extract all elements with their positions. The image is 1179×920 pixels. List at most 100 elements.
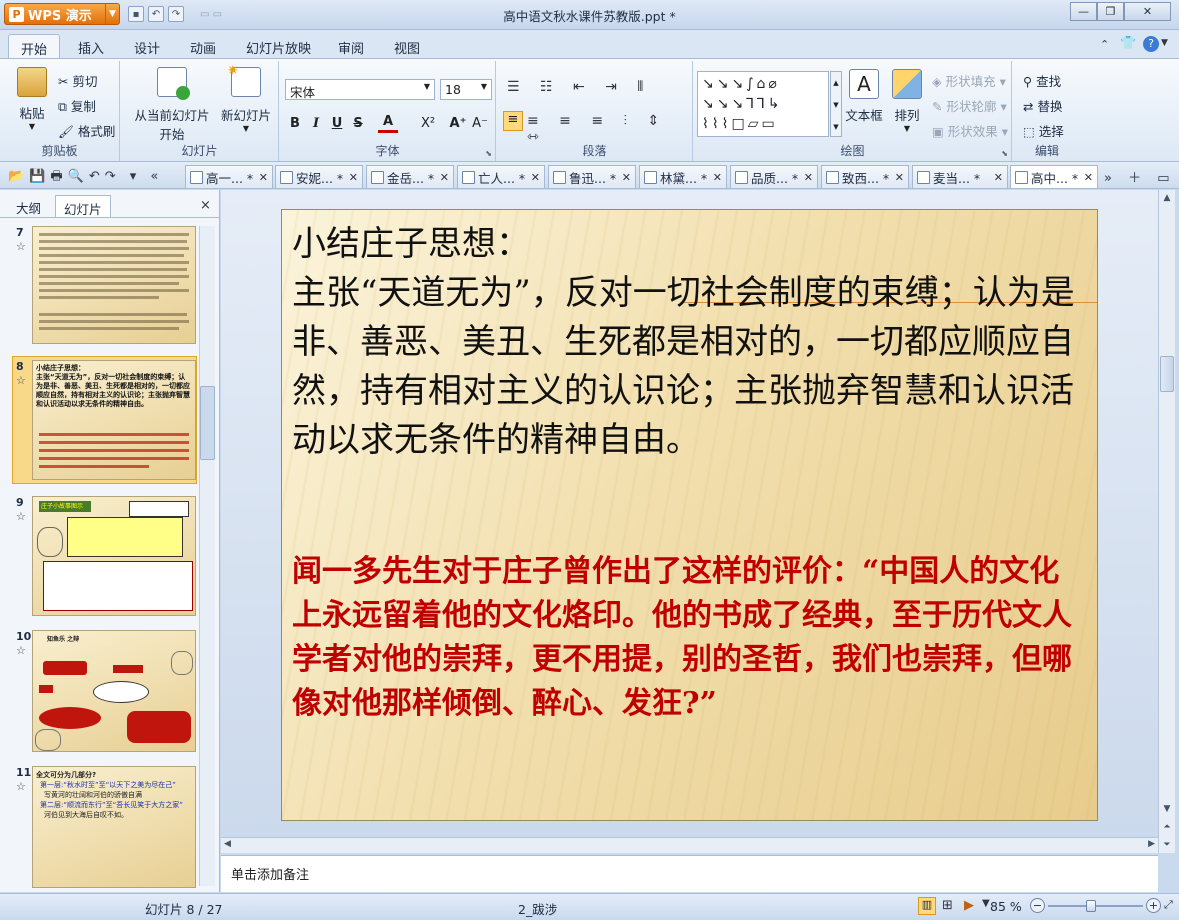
close-icon[interactable]: ✕ xyxy=(804,171,813,184)
fit-window-icon[interactable]: ⤢ xyxy=(1164,898,1173,912)
doc-tab-7[interactable]: 品质... * ✕ xyxy=(730,165,818,188)
shape-outline-button[interactable]: ✎ 形状轮廓 ▾ xyxy=(932,96,1007,115)
tab-design[interactable]: 设计 xyxy=(122,34,172,58)
paste-button[interactable]: 粘贴 ▼ xyxy=(14,67,50,131)
doc-tab-3[interactable]: 金岳... * ✕ xyxy=(366,165,454,188)
close-icon[interactable]: ✕ xyxy=(713,171,722,184)
doc-tab-6[interactable]: 林黛... * ✕ xyxy=(639,165,727,188)
align-buttons[interactable]: ≡ ≡ ≡ ⫶ ⇕ ⇿ xyxy=(527,113,692,145)
doc-tab-4[interactable]: 亡人... * ✕ xyxy=(457,165,545,188)
slide-thumb-11[interactable]: 11 ☆ 全文可分为几部分? 第一层:“秋水时至”至“以天下之美为尽在己” 写黄… xyxy=(10,766,196,888)
tab-animation[interactable]: 动画 xyxy=(178,34,228,58)
slide-horizontal-scrollbar[interactable]: ◀ ▶ xyxy=(221,837,1158,853)
shape-fill-button[interactable]: ◈ 形状填充 ▾ xyxy=(932,71,1006,90)
dialog-launcher-icon[interactable]: ⬊ xyxy=(1001,149,1008,158)
help-dropdown-icon[interactable]: ▼ xyxy=(1161,38,1168,48)
help-icon[interactable]: ? xyxy=(1143,36,1159,52)
grow-font-button[interactable]: A⁺ xyxy=(448,113,468,133)
slide-thumb-9[interactable]: 9 ☆ 庄子小故事图示 xyxy=(10,496,196,616)
strikethrough-button[interactable]: S xyxy=(348,113,368,133)
format-painter-button[interactable]: 🖌 格式刷 xyxy=(58,121,115,140)
close-icon[interactable]: ✕ xyxy=(531,171,540,184)
slide-vertical-scrollbar[interactable]: ▲ ▼ ⏶ ⏷ xyxy=(1158,190,1175,853)
gallery-scroll[interactable]: ▲ ▼ ▼ xyxy=(830,71,842,137)
close-icon[interactable]: ✕ xyxy=(259,171,268,184)
zoom-in-icon[interactable]: + xyxy=(1146,898,1161,913)
scroll-down-icon[interactable]: ▼ xyxy=(1159,801,1175,817)
zoom-slider-thumb[interactable] xyxy=(1085,900,1096,912)
slide-thumb-8[interactable]: 8 ☆ 小结庄子思想： 主张“天道无为”，反对一切社会制度的束缚；认为是非、善恶… xyxy=(10,360,196,480)
underline-button[interactable]: U xyxy=(327,113,347,133)
close-icon[interactable]: ✕ xyxy=(440,171,449,184)
zoom-out-icon[interactable]: − xyxy=(1030,898,1045,913)
find-button[interactable]: ⚲ 查找 xyxy=(1023,71,1061,90)
slide-thumb-7[interactable]: 7 ☆ xyxy=(10,226,196,346)
shape-effect-button[interactable]: ▣ 形状效果 ▾ xyxy=(932,121,1008,140)
close-icon[interactable]: ✕ xyxy=(622,171,631,184)
close-icon[interactable]: ✕ xyxy=(994,171,1003,184)
quick-toolbar[interactable]: 📂💾🖶🔍↶↷ ▾ « xyxy=(8,167,163,189)
current-slide[interactable]: 小结庄子思想： 主张“天道无为”，反对一切社会制度的束缚；认为是非、善恶、美丑、… xyxy=(281,209,1098,821)
doc-tab-5[interactable]: 鲁迅... * ✕ xyxy=(548,165,636,188)
copy-button[interactable]: ⧉ 复制 xyxy=(58,96,96,115)
align-left-icon[interactable]: ≡ xyxy=(503,111,523,131)
sorter-view-icon[interactable]: ⊞ xyxy=(942,898,953,913)
tab-slideshow[interactable]: 幻灯片放映 xyxy=(234,34,323,58)
ribbon-collapse-icon[interactable]: ⌃ xyxy=(1100,38,1109,51)
scroll-thumb[interactable] xyxy=(1160,356,1174,392)
replace-button[interactable]: ⇄ 替换 xyxy=(1023,96,1062,115)
next-slide-icon[interactable]: ⏷ xyxy=(1159,837,1175,853)
close-icon[interactable]: ✕ xyxy=(895,171,904,184)
arrange-button[interactable]: 排列 ▼ xyxy=(890,69,924,149)
view-dropdown-icon[interactable]: ▼ xyxy=(982,898,990,909)
textbox-button[interactable]: A 文本框 xyxy=(844,69,884,149)
cut-button[interactable]: ✂ 剪切 xyxy=(58,71,97,90)
scroll-right-icon[interactable]: ▶ xyxy=(1148,839,1155,849)
close-button[interactable]: ✕ xyxy=(1124,2,1171,21)
slide-title-text[interactable]: 小结庄子思想： 主张“天道无为”，反对一切社会制度的束缚；认为是非、善恶、美丑、… xyxy=(292,220,1092,465)
tab-outline[interactable]: 大纲 xyxy=(8,195,49,217)
doc-tab-active[interactable]: 高中... * ✕ xyxy=(1010,165,1098,188)
play-from-current-button[interactable]: 从当前幻灯片 开始 xyxy=(127,67,217,147)
slideshow-view-icon[interactable]: ▶ xyxy=(964,898,974,913)
font-size-select[interactable]: 18 ▼ xyxy=(440,79,492,100)
new-slide-button[interactable]: ✷ 新幻灯片 ▼ xyxy=(219,63,273,147)
tab-insert[interactable]: 插入 xyxy=(66,34,116,58)
close-icon[interactable]: ✕ xyxy=(1084,171,1093,184)
tab-nav-icons[interactable]: » ＋ ▭ xyxy=(1104,167,1176,186)
previous-slide-icon[interactable]: ⏶ xyxy=(1159,819,1175,835)
panel-scrollbar[interactable] xyxy=(199,226,215,886)
shrink-font-button[interactable]: A⁻ xyxy=(470,113,490,133)
superscript-button[interactable]: X² xyxy=(418,113,438,133)
doc-tab-1[interactable]: 高一... * ✕ xyxy=(185,165,273,188)
close-icon[interactable]: ✕ xyxy=(349,171,358,184)
tab-home[interactable]: 开始 xyxy=(8,34,61,58)
scroll-up-icon[interactable]: ▲ xyxy=(1159,190,1175,206)
close-icon[interactable]: × xyxy=(200,198,211,213)
dialog-launcher-icon[interactable]: ⬊ xyxy=(485,149,492,158)
shapes-gallery[interactable]: ↘↘↘∫⌂⌀ ↘↘↘⅂⅂↳ ⌇⌇⌇□▱▭ xyxy=(697,71,829,137)
font-name-select[interactable]: 宋体 ▼ xyxy=(285,79,435,100)
tab-review[interactable]: 审阅 xyxy=(326,34,376,58)
animation-star-icon: ☆ xyxy=(16,374,26,387)
doc-tab-8[interactable]: 致西... * ✕ xyxy=(821,165,909,188)
normal-view-icon[interactable]: ▥ xyxy=(918,897,936,915)
font-color-button[interactable]: A xyxy=(378,113,398,133)
tab-view[interactable]: 视图 xyxy=(382,34,432,58)
scroll-thumb[interactable] xyxy=(200,386,215,460)
italic-button[interactable]: I xyxy=(306,113,326,133)
zoom-slider-track[interactable] xyxy=(1048,900,1143,912)
notes-pane[interactable]: 单击添加备注 xyxy=(221,855,1158,892)
doc-tab-2[interactable]: 安妮... * ✕ xyxy=(275,165,363,188)
minimize-button[interactable]: — xyxy=(1070,2,1097,21)
bold-button[interactable]: B xyxy=(285,113,305,133)
list-buttons[interactable]: ☰ ☷ ⇤ ⇥ ⫴ xyxy=(507,79,651,95)
scroll-left-icon[interactable]: ◀ xyxy=(224,839,231,849)
select-button[interactable]: ⬚ 选择 xyxy=(1023,121,1064,140)
doc-tab-9[interactable]: 麦当... * ✕ xyxy=(912,165,1008,188)
maximize-button[interactable]: ❐ xyxy=(1097,2,1124,21)
tab-slides-thumbnails[interactable]: 幻灯片 xyxy=(55,195,111,217)
slide-quote-text[interactable]: 闻一多先生对于庄子曾作出了这样的评价：“中国人的文化上永远留着他的文化烙印。他的… xyxy=(292,550,1082,726)
skin-icon[interactable]: 👕 xyxy=(1120,36,1136,51)
slide-thumb-10[interactable]: 10 ☆ 知鱼乐 之辩 xyxy=(10,630,196,752)
